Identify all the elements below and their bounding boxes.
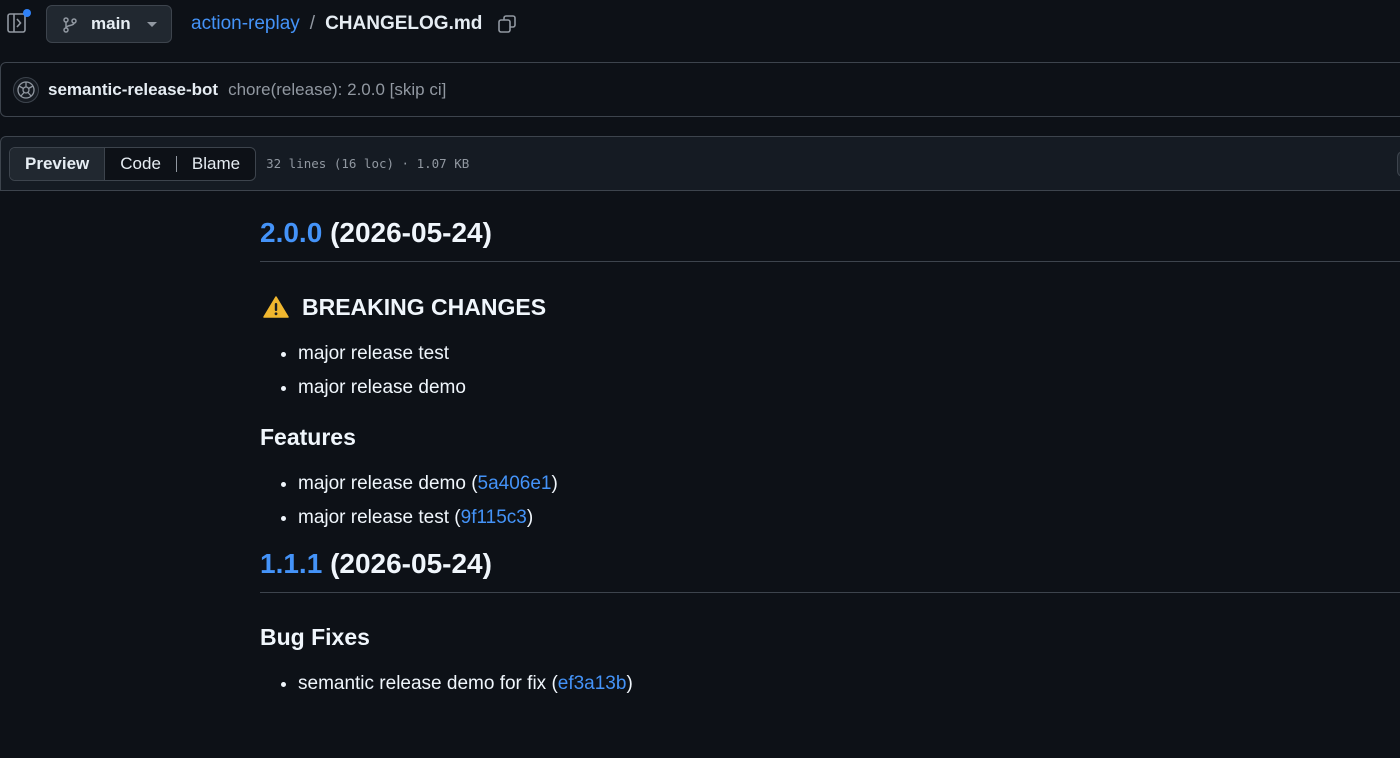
warning-icon (263, 295, 289, 319)
commit-hash-link[interactable]: ef3a13b (558, 673, 627, 694)
release-heading-2-0-0: 2.0.0 (2026-05-24) (260, 217, 1400, 262)
bug-fixes-heading: Bug Fixes (260, 624, 370, 651)
list-item: major release test (298, 337, 1400, 371)
tab-code[interactable]: Code (105, 148, 176, 180)
list-item: major release demo (298, 371, 1400, 405)
commit-author-link[interactable]: semantic-release-bot (48, 80, 218, 100)
latest-commit-bar: semantic-release-bot chore(release): 2.0… (0, 62, 1400, 117)
file-header: Preview Code Blame 32 lines (16 loc) · 1… (0, 136, 1400, 191)
release-heading-1-1-1: 1.1.1 (2026-05-24) (260, 548, 1400, 594)
features-heading: Features (260, 424, 356, 451)
features-list: major release demo (5a406e1) major relea… (260, 467, 1400, 535)
breadcrumb-repo-link[interactable]: action-replay (191, 13, 300, 35)
breadcrumb: action-replay / CHANGELOG.md (191, 12, 517, 36)
copy-icon[interactable] (498, 15, 517, 33)
avatar[interactable] (13, 76, 39, 103)
section-title: BREAKING CHANGES (302, 293, 547, 320)
notification-dot (23, 9, 31, 17)
breadcrumb-separator: / (309, 13, 316, 34)
tab-preview[interactable]: Preview (10, 147, 106, 180)
item-close: ) (526, 507, 534, 529)
item-text: semantic release demo for fix ( (298, 673, 558, 695)
release-date: (2026-05-24) (330, 217, 492, 248)
tab-blame[interactable]: Blame (177, 148, 255, 180)
file-size-info: 32 lines (16 loc) · 1.07 KB (266, 156, 470, 171)
list-item: major release test (9f115c3) (298, 501, 1400, 535)
commit-hash-link[interactable]: 5a406e1 (478, 473, 552, 494)
breaking-changes-heading: BREAKING CHANGES (260, 293, 1400, 320)
release-date: (2026-05-24) (330, 548, 492, 580)
release-version-link[interactable]: 1.1.1 (260, 548, 322, 579)
item-close: ) (626, 673, 633, 695)
branch-name: main (91, 14, 131, 33)
file-path-header: main action-replay / CHANGELOG.md (0, 0, 1400, 48)
breadcrumb-file-name: CHANGELOG.md (325, 13, 483, 34)
caret-down-icon (146, 21, 157, 27)
commit-hash-link[interactable]: 9f115c3 (461, 507, 527, 528)
commit-message-link[interactable]: chore(release): 2.0.0 [skip ci] (228, 80, 446, 100)
bug-fixes-list: semantic release demo for fix (ef3a13b) (260, 667, 1400, 701)
branch-selector-button[interactable]: main (46, 5, 172, 43)
view-mode-tabs: Preview Code Blame (9, 146, 257, 181)
markdown-body: 2.0.0 (2026-05-24) BREAKING CHANGES majo… (260, 217, 1400, 701)
release-version-link[interactable]: 2.0.0 (260, 217, 322, 248)
sidebar-expand-icon[interactable] (7, 9, 31, 33)
item-text: major release test ( (298, 507, 461, 529)
breaking-changes-list: major release test major release demo (260, 337, 1400, 405)
item-text: major release demo ( (298, 473, 478, 495)
item-close: ) (551, 473, 558, 495)
list-item: major release demo (5a406e1) (298, 467, 1400, 501)
list-item: semantic release demo for fix (ef3a13b) (298, 667, 1400, 701)
git-branch-icon (63, 17, 77, 33)
